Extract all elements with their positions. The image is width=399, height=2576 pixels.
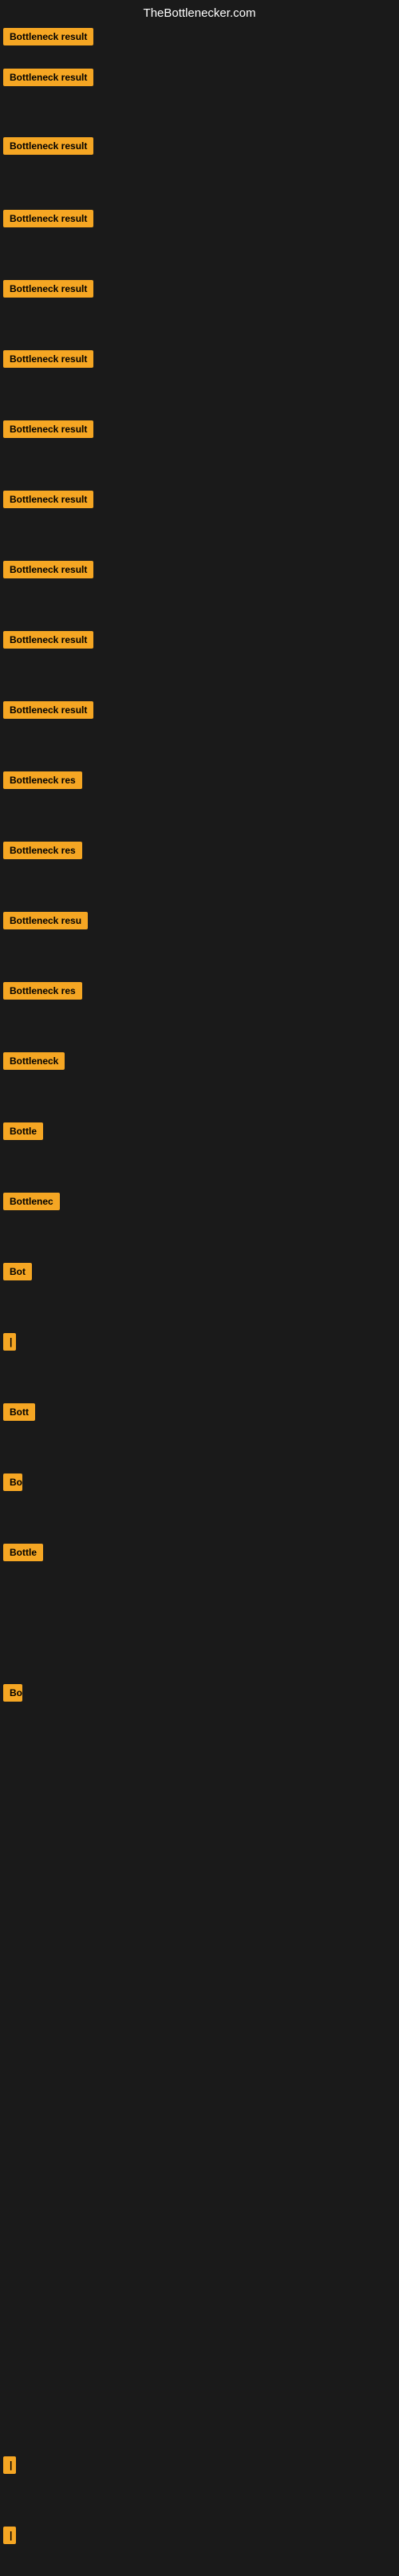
bottleneck-badge: | <box>3 1333 16 1351</box>
bottleneck-result-item: Bottleneck result <box>3 420 93 442</box>
bottleneck-badge: Bot <box>3 1263 32 1280</box>
bottleneck-badge: Bottleneck res <box>3 842 82 859</box>
bottleneck-badge: Bottleneck result <box>3 491 93 508</box>
bottleneck-result-item: Bottleneck res <box>3 982 82 1004</box>
bottleneck-result-item: Bottleneck resu <box>3 912 88 933</box>
bottleneck-result-item: Bottleneck result <box>3 631 93 653</box>
bottleneck-result-item: Bottleneck result <box>3 210 93 231</box>
bottleneck-result-item: Bo <box>3 1473 22 1495</box>
bottleneck-result-item: Bottleneck res <box>3 771 82 793</box>
bottleneck-badge: | <box>3 2527 16 2544</box>
bottleneck-badge: Bottleneck <box>3 1052 65 1070</box>
bottleneck-result-item: Bottleneck result <box>3 280 93 302</box>
bottleneck-badge: Bo <box>3 1684 22 1702</box>
bottleneck-result-item: Bottleneck result <box>3 701 93 723</box>
bottleneck-badge: Bottleneck result <box>3 561 93 578</box>
bottleneck-badge: Bottle <box>3 1544 43 1561</box>
bottleneck-result-item: Bottleneck <box>3 1052 65 1074</box>
bottleneck-result-item: Bottleneck res <box>3 842 82 863</box>
bottleneck-badge: Bottleneck result <box>3 631 93 649</box>
bottleneck-result-item: | <box>3 2456 16 2478</box>
bottleneck-badge: Bo <box>3 1473 22 1491</box>
bottleneck-badge: Bottleneck resu <box>3 912 88 929</box>
bottleneck-result-item: Bottlenec <box>3 1193 60 1214</box>
bottleneck-badge: Bott <box>3 1403 35 1421</box>
bottleneck-result-item: Bott <box>3 1403 35 1425</box>
bottleneck-result-item: Bottleneck result <box>3 561 93 582</box>
bottleneck-result-item: Bottle <box>3 1122 43 1144</box>
bottleneck-badge: Bottleneck result <box>3 28 93 45</box>
bottleneck-result-item: Bottleneck result <box>3 491 93 512</box>
bottleneck-badge: Bottleneck result <box>3 69 93 86</box>
bottleneck-badge: Bottleneck result <box>3 420 93 438</box>
bottleneck-badge: Bottleneck result <box>3 280 93 298</box>
site-title: TheBottlenecker.com <box>0 0 399 23</box>
bottleneck-result-item: | <box>3 1333 16 1355</box>
bottleneck-badge: Bottleneck res <box>3 982 82 1000</box>
bottleneck-result-item: Bo <box>3 1684 22 1706</box>
bottleneck-badge: Bottleneck result <box>3 350 93 368</box>
bottleneck-badge: Bottleneck result <box>3 210 93 227</box>
bottleneck-result-item: Bottleneck result <box>3 28 93 49</box>
bottleneck-badge: Bottle <box>3 1122 43 1140</box>
bottleneck-badge: Bottleneck res <box>3 771 82 789</box>
bottleneck-result-item: | <box>3 2527 16 2548</box>
bottleneck-result-item: Bottle <box>3 1544 43 1565</box>
bottleneck-result-item: Bottleneck result <box>3 350 93 372</box>
bottleneck-badge: | <box>3 2456 16 2474</box>
bottleneck-result-item: Bottleneck result <box>3 137 93 159</box>
bottleneck-result-item: Bottleneck result <box>3 69 93 90</box>
bottleneck-badge: Bottleneck result <box>3 701 93 719</box>
bottleneck-badge: Bottleneck result <box>3 137 93 155</box>
bottleneck-result-item: Bot <box>3 1263 32 1284</box>
bottleneck-badge: Bottlenec <box>3 1193 60 1210</box>
